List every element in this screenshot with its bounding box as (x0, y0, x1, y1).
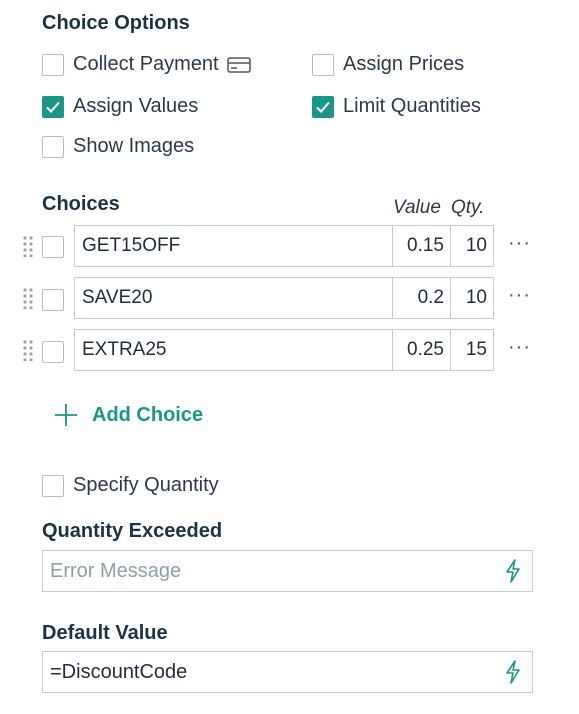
choice-value-field[interactable]: 0.2 (392, 278, 450, 318)
plus-icon (54, 403, 78, 427)
error-message-input[interactable]: Error Message (42, 550, 533, 592)
specify-quantity-option[interactable]: Specify Quantity (42, 474, 219, 497)
choice-row-checkbox[interactable] (42, 341, 64, 363)
drag-handle-icon[interactable] (22, 287, 34, 314)
choice-value-field[interactable]: 0.25 (392, 330, 450, 370)
choice-name-field[interactable]: EXTRA25 (75, 330, 392, 370)
qty-column-header: Qty. (451, 197, 485, 218)
collect-payment-label: Collect Payment (73, 53, 219, 75)
checkmark-icon (46, 101, 60, 113)
default-value-text: =DiscountCode (50, 660, 188, 683)
drag-handle-icon[interactable] (22, 339, 34, 366)
add-choice-label: Add Choice (92, 403, 204, 426)
credit-card-icon (226, 56, 251, 74)
assign-values-label: Assign Values (73, 95, 199, 117)
collect-payment-checkbox[interactable] (42, 53, 64, 76)
show-images-label: Show Images (73, 135, 195, 157)
choice-name-field[interactable]: GET15OFF (75, 226, 392, 266)
assign-prices-label: Assign Prices (343, 53, 465, 75)
choices-title: Choices (42, 193, 120, 215)
lightning-icon[interactable] (504, 559, 522, 589)
lightning-icon[interactable] (504, 660, 522, 690)
default-value-title: Default Value (42, 622, 168, 644)
choice-row: GET15OFF 0.15 10 (74, 225, 494, 267)
choice-qty-field[interactable]: 10 (450, 278, 493, 318)
default-value-input[interactable]: =DiscountCode (42, 651, 533, 693)
quantity-exceeded-title: Quantity Exceeded (42, 520, 223, 542)
assign-values-option[interactable]: Assign Values (42, 95, 198, 118)
drag-handle-icon[interactable] (22, 235, 34, 262)
assign-prices-checkbox[interactable] (312, 53, 334, 76)
choice-options-title: Choice Options (42, 12, 190, 34)
value-column-header: Value (393, 197, 441, 218)
choice-qty-field[interactable]: 10 (450, 226, 493, 266)
assign-prices-option[interactable]: Assign Prices (312, 53, 464, 76)
choice-row: SAVE20 0.2 10 (74, 277, 494, 319)
assign-values-checkbox[interactable] (42, 95, 64, 118)
choice-row: EXTRA25 0.25 15 (74, 329, 494, 371)
choice-row-checkbox[interactable] (42, 236, 64, 258)
more-options-icon[interactable]: ··· (508, 284, 531, 307)
show-images-checkbox[interactable] (42, 135, 64, 158)
error-message-placeholder: Error Message (50, 559, 182, 582)
specify-quantity-label: Specify Quantity (73, 474, 219, 496)
show-images-option[interactable]: Show Images (42, 135, 194, 158)
add-choice-button[interactable]: Add Choice (54, 403, 203, 427)
choice-row-checkbox[interactable] (42, 289, 64, 311)
limit-quantities-option[interactable]: Limit Quantities (312, 95, 481, 118)
more-options-icon[interactable]: ··· (508, 232, 531, 255)
limit-quantities-label: Limit Quantities (343, 95, 481, 117)
checkmark-icon (316, 101, 330, 113)
choice-value-field[interactable]: 0.15 (392, 226, 450, 266)
choice-qty-field[interactable]: 15 (450, 330, 493, 370)
limit-quantities-checkbox[interactable] (312, 95, 334, 118)
choice-name-field[interactable]: SAVE20 (75, 278, 392, 318)
more-options-icon[interactable]: ··· (508, 336, 531, 359)
collect-payment-option[interactable]: Collect Payment (42, 53, 251, 76)
specify-quantity-checkbox[interactable] (42, 474, 64, 497)
